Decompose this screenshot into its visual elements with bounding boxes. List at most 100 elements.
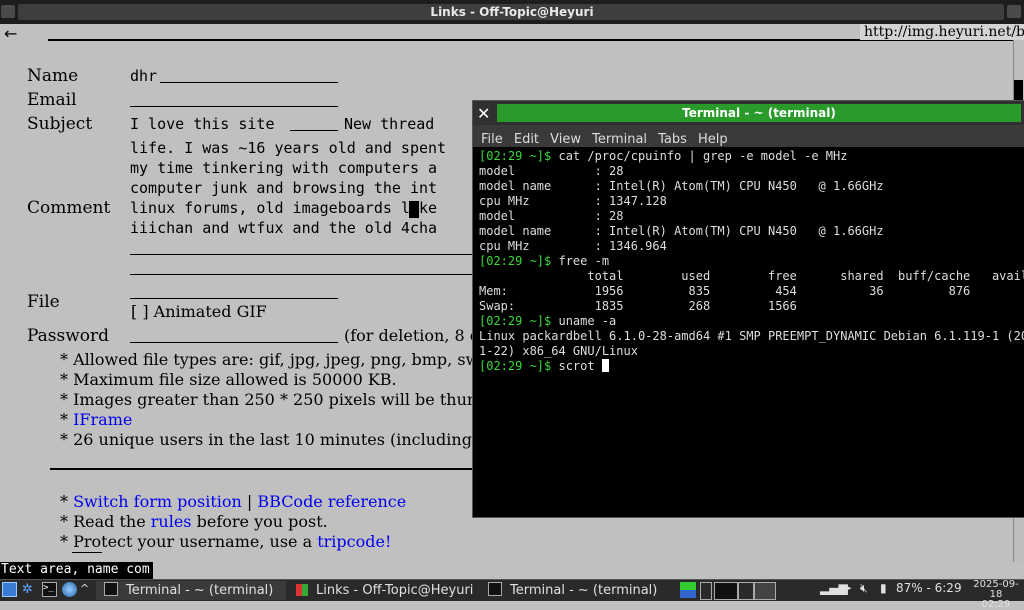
switch-form-link[interactable]: Switch form position bbox=[73, 492, 242, 511]
terminal-line: [02:29 ~]$ cat /proc/cpuinfo | grep -e m… bbox=[479, 149, 1024, 164]
terminal-text: model : 28 bbox=[479, 164, 624, 178]
menu-terminal[interactable]: Terminal bbox=[592, 132, 647, 147]
back-arrow-icon[interactable]: ← bbox=[4, 24, 17, 43]
terminal-text: model : 28 bbox=[479, 209, 624, 223]
subject-label: Subject bbox=[27, 114, 93, 134]
protect-row: * Protect your username, use a tripcode! bbox=[60, 532, 391, 551]
links-icon bbox=[296, 584, 308, 596]
window-title: Links - Off-Topic@Heyuri bbox=[430, 5, 594, 19]
terminal-menubar: File Edit View Terminal Tabs Help bbox=[473, 125, 1024, 147]
task-terminal-1[interactable]: Terminal - ~ (terminal) bbox=[96, 581, 286, 600]
close-icon[interactable]: ✕ bbox=[477, 104, 490, 123]
comment-line[interactable]: computer junk and browsing the int bbox=[130, 179, 437, 197]
terminal-window[interactable]: ✕ Terminal - ~ (terminal) File Edit View… bbox=[472, 100, 1024, 518]
email-input[interactable] bbox=[130, 106, 338, 107]
read-the-text: * Read the bbox=[60, 512, 151, 531]
menu-file[interactable]: File bbox=[481, 132, 503, 147]
window-titlebar[interactable]: Links - Off-Topic@Heyuri bbox=[0, 0, 1024, 24]
tripcode-link[interactable]: tripcode! bbox=[317, 532, 391, 551]
url-display: http://img.heyuri.net/b/ bbox=[860, 24, 1024, 40]
terminal-text: Mem: 1956 835 454 36 876 11 bbox=[479, 284, 1024, 298]
terminal-text: model name : Intel(R) Atom(TM) CPU N450 … bbox=[479, 179, 884, 193]
terminal-launcher-icon[interactable]: >_ bbox=[42, 582, 57, 597]
new-thread-button[interactable]: New thread bbox=[344, 115, 434, 133]
task-terminal-2[interactable]: Terminal - ~ (terminal) bbox=[482, 581, 672, 600]
battery-icon: ▮ bbox=[880, 581, 887, 595]
comment-line[interactable]: linux forums, old imageboards like bbox=[130, 199, 437, 217]
terminal-line: model : 28 bbox=[479, 209, 1024, 224]
subject-input[interactable]: I love this site bbox=[130, 115, 275, 133]
send-icon[interactable]: ➤ bbox=[842, 581, 852, 595]
window-close-button[interactable] bbox=[1007, 5, 1021, 18]
terminal-text: total used free shared buff/cache availa… bbox=[479, 269, 1024, 283]
workspace-3-icon[interactable] bbox=[754, 582, 776, 600]
menu-tabs[interactable]: Tabs bbox=[658, 132, 687, 147]
terminal-line: cpu MHz : 1346.964 bbox=[479, 239, 1024, 254]
comment-line[interactable]: iiichan and wtfux and the old 4cha bbox=[130, 219, 437, 237]
terminal-output[interactable]: [02:29 ~]$ cat /proc/cpuinfo | grep -e m… bbox=[479, 149, 1024, 509]
taskbar: ✲ >_ ^ Terminal - ~ (terminal) Links - O… bbox=[0, 579, 1024, 601]
divider bbox=[50, 468, 510, 470]
terminal-prompt: [02:29 ~]$ bbox=[479, 149, 552, 163]
terminal-prompt: [02:29 ~]$ bbox=[479, 314, 552, 328]
terminal-line: [02:29 ~]$ uname -a bbox=[479, 314, 1024, 329]
scrollbar-thumb[interactable] bbox=[1014, 80, 1023, 102]
chevron-up-icon[interactable]: ^ bbox=[80, 582, 96, 598]
terminal-prompt: [02:29 ~]$ bbox=[479, 359, 552, 373]
terminal-text: 1-22) x86_64 GNU/Linux bbox=[479, 344, 638, 358]
frame-corner bbox=[72, 552, 102, 561]
rule-item: * Allowed file types are: gif, jpg, jpeg… bbox=[60, 350, 486, 369]
comment-line[interactable]: my time tinkering with computers a bbox=[130, 159, 437, 177]
task-label: Terminal - ~ (terminal) bbox=[510, 583, 658, 598]
bbcode-link[interactable]: BBCode reference bbox=[257, 492, 406, 511]
memory-graph-icon bbox=[700, 582, 712, 600]
app-menu-icon[interactable] bbox=[2, 582, 17, 597]
animated-gif-checkbox[interactable]: [ ] Animated GIF bbox=[131, 302, 267, 321]
task-links[interactable]: Links - Off-Topic@Heyuri bbox=[290, 581, 478, 600]
rules-link[interactable]: rules bbox=[151, 512, 192, 531]
menu-help[interactable]: Help bbox=[698, 132, 728, 147]
terminal-text: cpu MHz : 1346.964 bbox=[479, 239, 667, 253]
volume-muted-icon[interactable]: 🔇︎ bbox=[860, 581, 868, 596]
rule-item: * Images greater than 250 * 250 pixels w… bbox=[60, 390, 500, 409]
separator: | bbox=[246, 492, 253, 511]
protect-text: * Protect your username, use a bbox=[60, 532, 318, 551]
subject-underline bbox=[290, 130, 338, 131]
battery-status[interactable]: 87% - 6:29 bbox=[896, 581, 962, 595]
terminal-text: scrot bbox=[551, 359, 602, 373]
menu-view[interactable]: View bbox=[550, 132, 581, 147]
terminal-text: free -m bbox=[551, 254, 610, 268]
comment-line[interactable]: life. I was ~16 years old and spent bbox=[130, 139, 446, 157]
file-input[interactable] bbox=[130, 298, 338, 299]
terminal-icon bbox=[104, 582, 118, 596]
password-note: (for deletion, 8 c bbox=[344, 326, 479, 345]
iframe-item: * IFrame bbox=[60, 410, 133, 429]
browser-launcher-icon[interactable] bbox=[62, 582, 77, 597]
name-input[interactable]: dhr bbox=[130, 67, 157, 85]
terminal-line: model : 28 bbox=[479, 164, 1024, 179]
clock[interactable]: 2025-09-18 02:29 bbox=[968, 580, 1024, 610]
password-input[interactable] bbox=[130, 342, 338, 343]
iframe-link[interactable]: IFrame bbox=[73, 410, 132, 429]
terminal-line: total used free shared buff/cache availa… bbox=[479, 269, 1024, 284]
comment-underline bbox=[130, 254, 472, 255]
workspace-2-icon[interactable] bbox=[738, 582, 754, 600]
menu-edit[interactable]: Edit bbox=[514, 132, 539, 147]
comment-label: Comment bbox=[27, 198, 111, 218]
rule-item: * Maximum file size allowed is 50000 KB. bbox=[60, 370, 397, 389]
terminal-icon bbox=[488, 582, 502, 596]
terminal-line: [02:29 ~]$ free -m bbox=[479, 254, 1024, 269]
task-label: Terminal - ~ (terminal) bbox=[126, 583, 274, 598]
name-label: Name bbox=[27, 66, 79, 86]
terminal-line: Mem: 1956 835 454 36 876 11 bbox=[479, 284, 1024, 299]
password-label: Password bbox=[27, 326, 110, 346]
terminal-text: cat /proc/cpuinfo | grep -e model -e MHz bbox=[551, 149, 848, 163]
terminal-prompt: [02:29 ~]$ bbox=[479, 254, 552, 268]
email-label: Email bbox=[27, 90, 77, 110]
terminal-line: model name : Intel(R) Atom(TM) CPU N450 … bbox=[479, 224, 1024, 239]
workspace-1-icon[interactable] bbox=[714, 582, 738, 600]
cpu-graph-icon bbox=[680, 582, 696, 598]
network-manager-icon[interactable]: ✲ bbox=[22, 582, 38, 598]
rules-row: * Read the rules before you post. bbox=[60, 512, 328, 531]
terminal-text: cpu MHz : 1347.128 bbox=[479, 194, 667, 208]
